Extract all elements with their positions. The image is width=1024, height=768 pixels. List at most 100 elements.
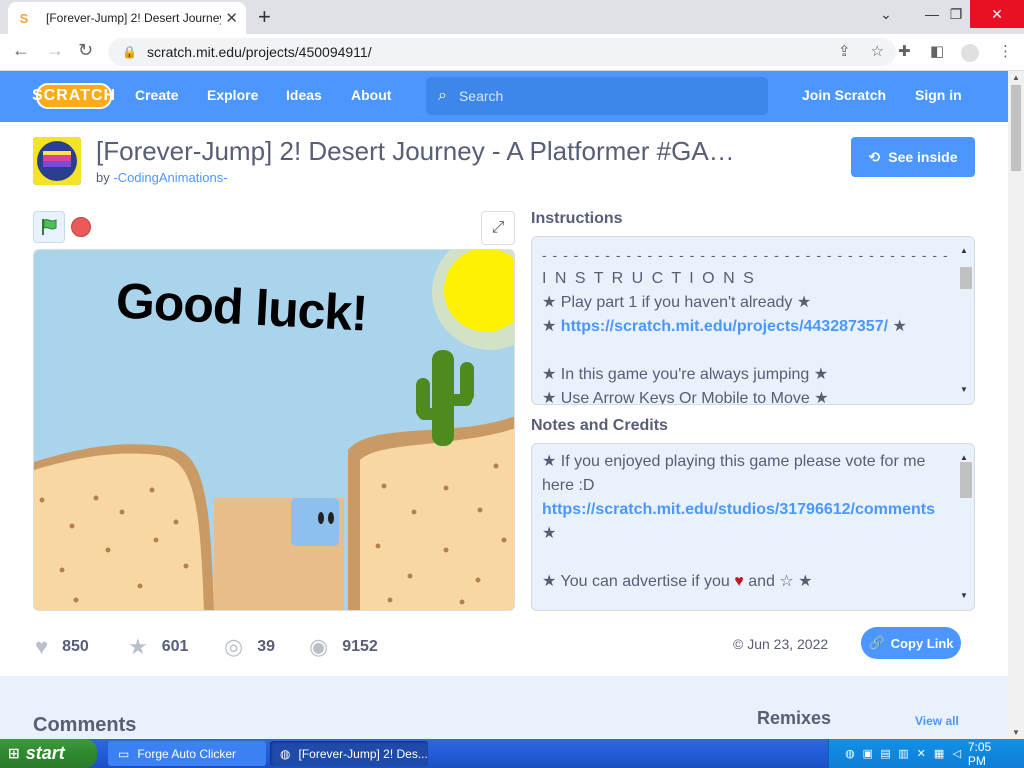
project-thumbnail: [33, 137, 81, 185]
browser-tab-strip: S [Forever-Jump] 2! Desert Journey ✕ + ⌄…: [0, 0, 1024, 34]
forward-arrow-icon[interactable]: →: [46, 40, 64, 61]
project-title: [Forever-Jump] 2! Desert Journey - A Pla…: [96, 136, 735, 166]
search-icon: ⌕: [438, 87, 447, 104]
copy-link-label: Copy Link: [890, 635, 954, 651]
instructions-link-line: ★ https://scratch.mit.edu/projects/44328…: [542, 315, 964, 339]
star-suffix: ★: [888, 318, 907, 335]
scroll-down-icon[interactable]: ▼: [1012, 728, 1020, 737]
url-bar[interactable]: 🔒 scratch.mit.edu/projects/450094911/ ⇪ …: [108, 38, 896, 66]
instructions-line: ★ Play part 1 if you haven't already ★: [542, 294, 812, 311]
favorite-stat[interactable]: ★ 601: [128, 634, 188, 660]
scroll-down-icon[interactable]: ▼: [960, 584, 968, 608]
see-inside-label: See inside: [888, 149, 958, 165]
tab-search-chevron-icon[interactable]: ⌄: [874, 0, 898, 28]
minimize-icon[interactable]: —: [920, 0, 944, 28]
tray-app-icon[interactable]: ▥: [896, 747, 910, 761]
love-stat[interactable]: ♥ 850: [35, 634, 89, 660]
fullscreen-button[interactable]: ⤢: [481, 211, 515, 245]
favorite-count: 601: [161, 638, 189, 655]
nav-explore[interactable]: Explore: [207, 87, 258, 103]
part1-link[interactable]: https://scratch.mit.edu/projects/4432873…: [561, 318, 888, 335]
new-tab-button[interactable]: +: [258, 4, 271, 30]
volume-muted-icon[interactable]: ◁: [950, 747, 964, 761]
notes-heading: Notes and Credits: [531, 417, 668, 434]
notes-scrollbar[interactable]: ▲ ▼: [958, 446, 972, 608]
address-toolbar: ← → ↻ 🔒 scratch.mit.edu/projects/4500949…: [0, 34, 1024, 71]
page-scrollbar[interactable]: ▲ ▼: [1008, 71, 1024, 739]
copy-link-button[interactable]: 🔗 Copy Link: [861, 627, 961, 659]
browser-tab[interactable]: S [Forever-Jump] 2! Desert Journey ✕: [8, 2, 246, 34]
start-label: start: [25, 743, 65, 763]
windows-logo-icon: ⊞: [8, 745, 20, 761]
tray-app-icon[interactable]: ▣: [861, 747, 875, 761]
project-page: [Forever-Jump] 2! Desert Journey - A Pla…: [0, 122, 1008, 676]
share-icon[interactable]: ⇪: [838, 42, 851, 60]
extensions-puzzle-icon[interactable]: ✚: [898, 42, 911, 60]
app-icon: ▭: [118, 746, 130, 761]
instructions-blank: [542, 339, 964, 363]
scroll-down-icon[interactable]: ▼: [960, 378, 968, 402]
studio-link[interactable]: https://scratch.mit.edu/studios/31796612…: [542, 501, 935, 518]
side-panel-icon[interactable]: ◧: [930, 42, 944, 60]
tray-app-icon[interactable]: ▦: [932, 747, 946, 761]
url-text: scratch.mit.edu/projects/450094911/: [146, 44, 372, 60]
remix-arrows-icon: ⟲: [868, 148, 881, 165]
start-button[interactable]: ⊞ start: [0, 739, 97, 768]
taskbar-item-chrome[interactable]: ◍ [Forever-Jump] 2! Des...: [270, 741, 428, 766]
stop-button[interactable]: [71, 217, 91, 237]
remixes-heading: Remixes: [757, 708, 832, 728]
scroll-up-icon[interactable]: ▲: [960, 239, 968, 263]
notes-blank: [542, 546, 964, 570]
bookmark-star-icon[interactable]: ☆: [871, 42, 884, 60]
nav-about[interactable]: About: [351, 87, 391, 103]
eye-icon: ◉: [309, 634, 329, 659]
back-arrow-icon[interactable]: ←: [12, 40, 30, 61]
scratch-logo[interactable]: SCRATCH: [32, 83, 115, 109]
by-label: by: [96, 170, 110, 185]
scroll-up-icon[interactable]: ▲: [1012, 73, 1020, 82]
taskbar-item-label: Forge Auto Clicker: [137, 746, 237, 761]
taskbar-clock[interactable]: 7:05 PM: [968, 740, 1012, 768]
browser-menu-icon[interactable]: ⋮: [998, 42, 1013, 60]
sign-in-link[interactable]: Sign in: [915, 87, 962, 103]
instructions-scrollbar[interactable]: ▲ ▼: [958, 239, 972, 402]
heart-icon: ♥: [734, 573, 744, 590]
close-window-icon[interactable]: ✕: [970, 0, 1024, 28]
link-icon: 🔗: [868, 635, 885, 650]
view-stat: ◉ 9152: [309, 634, 378, 660]
nav-create[interactable]: Create: [135, 87, 179, 103]
nav-ideas[interactable]: Ideas: [286, 87, 322, 103]
green-flag-icon: [42, 219, 57, 235]
star-icon: ★: [128, 634, 148, 659]
notes-text: and ☆ ★: [743, 573, 813, 590]
system-tray: ◍ ▣ ▤ ▥ ✕ ▦ ◁ 7:05 PM: [828, 739, 1024, 768]
restore-icon[interactable]: ❐: [944, 0, 968, 28]
page-scroll-thumb[interactable]: [1011, 85, 1021, 171]
view-count: 9152: [342, 638, 378, 655]
project-stage[interactable]: Good luck!: [33, 249, 515, 611]
notes-line: ★ If you enjoyed playing this game pleas…: [542, 453, 926, 470]
close-tab-icon[interactable]: ✕: [225, 9, 238, 27]
taskbar-item-label: [Forever-Jump] 2! Des...: [298, 746, 428, 761]
join-scratch-link[interactable]: Join Scratch: [802, 87, 886, 103]
taskbar-item-autoclicker[interactable]: ▭ Forge Auto Clicker: [108, 741, 266, 766]
notes-text: ★ You can advertise if you: [542, 573, 735, 590]
profile-avatar-icon[interactable]: [961, 44, 979, 62]
instructions-line: ★ Use Arrow Keys Or Mobile to Move ★: [542, 390, 829, 405]
search-input[interactable]: ⌕ Search: [426, 77, 768, 115]
see-inside-button[interactable]: ⟲ See inside: [851, 137, 975, 177]
reload-icon[interactable]: ↻: [78, 40, 93, 61]
shared-date: © Jun 23, 2022: [733, 636, 829, 652]
green-flag-button[interactable]: [33, 211, 65, 243]
tray-app-icon[interactable]: ▤: [879, 747, 893, 761]
network-globe-icon[interactable]: ◍: [843, 747, 857, 761]
view-all-link[interactable]: View all: [915, 714, 959, 728]
scratch-navbar: SCRATCH Create Explore Ideas About ⌕ Sea…: [0, 71, 1008, 122]
scroll-thumb[interactable]: [960, 462, 972, 498]
scroll-thumb[interactable]: [960, 267, 972, 289]
network-error-icon[interactable]: ✕: [914, 747, 928, 761]
notes-link-line: https://scratch.mit.edu/studios/31796612…: [542, 498, 964, 522]
instructions-box: - - - - - - - - - - - - - - - - - - - - …: [531, 236, 975, 405]
author-link[interactable]: -CodingAnimations-: [113, 170, 227, 185]
heart-icon: ♥: [35, 634, 49, 659]
